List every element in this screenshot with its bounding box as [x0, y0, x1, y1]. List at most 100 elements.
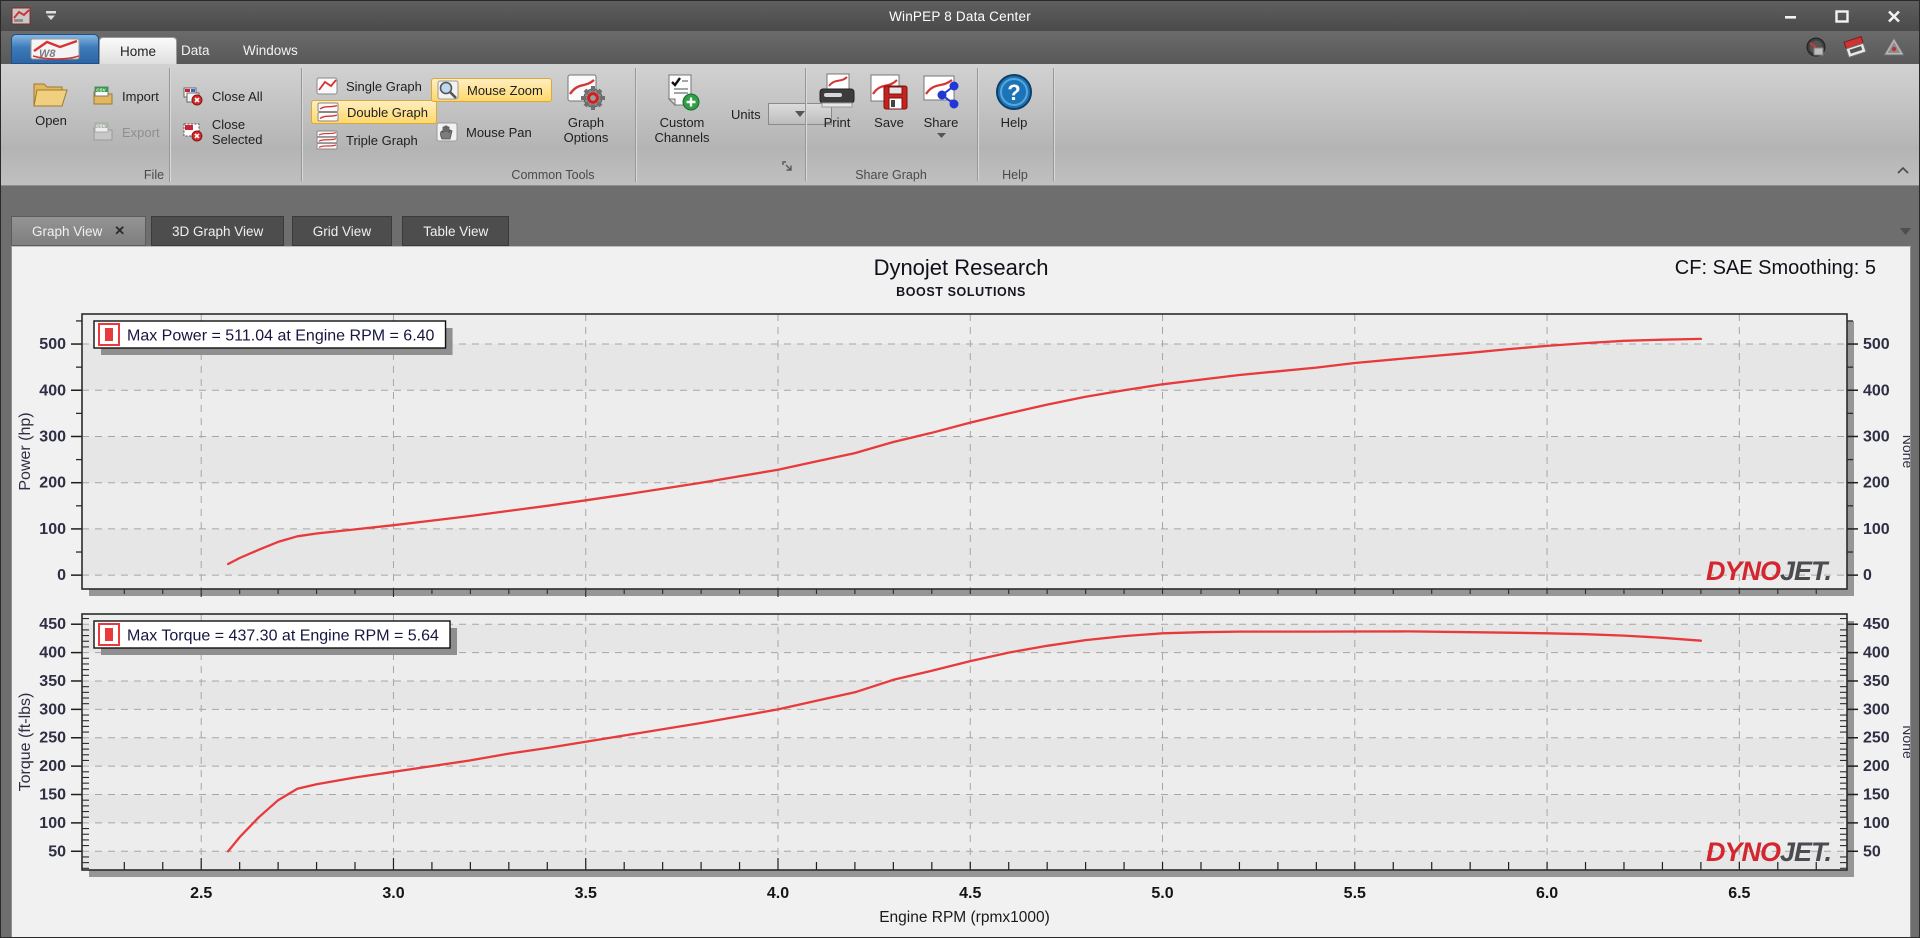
winpep-window: WinPEP 8 Data Center W8 Home Data Windows [0, 0, 1920, 938]
y-tick-label: 200 [39, 758, 66, 775]
close-all-icon [183, 87, 203, 106]
tab-list-dropdown-icon[interactable] [1900, 228, 1911, 235]
y-axis-title-right: None [1900, 725, 1910, 759]
maximize-button[interactable] [1831, 7, 1853, 25]
help-label: Help [1000, 115, 1028, 130]
export-button[interactable]: CSV Export [91, 120, 160, 144]
doc-tab-grid-view[interactable]: Grid View [291, 216, 393, 246]
x-tick-label: 5.5 [1344, 885, 1366, 902]
y-axis-title-right: None [1900, 435, 1910, 469]
ribbon: Open CSV Import CSV Export Close All Clo… [1, 64, 1919, 186]
y-tick-label-right: 450 [1863, 616, 1890, 633]
x-tick-label: 4.5 [959, 885, 981, 902]
share-button[interactable]: Share [917, 72, 965, 138]
y-tick-label-right: 350 [1863, 673, 1890, 690]
close-all-label: Close All [212, 88, 263, 104]
custom-channels-button[interactable]: Custom Channels [645, 72, 719, 145]
close-all-button[interactable]: Close All [181, 84, 263, 108]
common-tools-group-label: Common Tools [511, 168, 595, 182]
mouse-pan-button[interactable]: Mouse Pan [435, 120, 532, 144]
legend-text: Max Torque = 437.30 at Engine RPM = 5.64 [127, 628, 439, 645]
ribbon-group-file: Open CSV Import CSV Export Close All Clo… [9, 64, 299, 186]
x-tick-label: 6.5 [1728, 885, 1750, 902]
x-tick-label: 6.0 [1536, 885, 1558, 902]
share-graph-group-label: Share Graph [855, 168, 927, 182]
y-tick-label: 300 [39, 701, 66, 718]
close-button[interactable] [1883, 7, 1905, 25]
y-tick-label-right: 500 [1863, 336, 1890, 353]
doc-tab-label: Graph View [32, 223, 103, 239]
graph-view-close-icon[interactable]: ✕ [114, 223, 125, 239]
chart-torque-vs-rpm: 50 50 100 100 150 150 200 200 250 250 300 300 350 350… [17, 613, 1910, 926]
save-label: Save [874, 115, 904, 130]
y-axis-title: Torque (ft-lbs) [17, 693, 34, 792]
y-tick-label-right: 400 [1863, 382, 1890, 399]
caution-icon[interactable] [1883, 36, 1905, 58]
y-tick-label: 450 [39, 616, 66, 633]
single-graph-icon [316, 77, 338, 95]
ribbon-tab-label: Home [120, 43, 157, 59]
y-tick-label: 100 [39, 521, 66, 538]
dynojet-logo: DYNOJET. [1706, 556, 1831, 586]
share-label: Share [923, 115, 959, 130]
minimize-button[interactable] [1779, 7, 1801, 25]
close-selected-button[interactable]: Close Selected [181, 117, 299, 147]
y-tick-label-right: 100 [1863, 815, 1890, 832]
print-label: Print [823, 115, 851, 130]
import-label: Import [122, 88, 159, 104]
x-tick-label: 3.5 [575, 885, 597, 902]
help-group-label: Help [1002, 168, 1028, 182]
import-button[interactable]: CSV Import [91, 84, 159, 108]
close-selected-icon [183, 123, 203, 142]
triple-graph-button[interactable]: Triple Graph [315, 128, 418, 152]
x-tick-label: 3.0 [382, 885, 404, 902]
ribbon-tab-data[interactable]: Data [161, 37, 230, 64]
triple-graph-icon [316, 130, 338, 150]
help-button[interactable]: ? Help [991, 72, 1037, 130]
graph-options-button[interactable]: Graph Options [551, 72, 621, 145]
y-tick-label: 150 [39, 787, 66, 804]
mouse-zoom-button[interactable]: Mouse Zoom [431, 78, 552, 102]
export-label: Export [122, 124, 160, 140]
close-selected-label: Close Selected [211, 117, 263, 147]
winpep-logo-icon: W8 [30, 38, 80, 60]
svg-text:CSV: CSV [96, 87, 106, 92]
y-tick-label: 300 [39, 428, 66, 445]
ribbon-tab-strip: W8 Home Data Windows [1, 31, 1919, 64]
svg-text:CSV: CSV [96, 123, 106, 128]
y-tick-label: 400 [39, 645, 66, 662]
y-tick-label-right: 200 [1863, 475, 1890, 492]
doc-tab-3d-graph-view[interactable]: 3D Graph View [151, 216, 285, 246]
help-icon: ? [996, 74, 1032, 110]
doc-tab-label: Grid View [312, 223, 372, 239]
save-icon [870, 74, 908, 110]
double-graph-button[interactable]: Double Graph [311, 100, 437, 124]
save-button[interactable]: Save [865, 72, 913, 130]
svg-text:?: ? [1007, 80, 1020, 105]
dynojet-logo: DYNOJET. [1706, 837, 1831, 867]
charts-canvas: 0 0 100 100 200 200 300 300 400 400 500 500 DYNOJET.… [17, 313, 1910, 926]
winpep-device-icon[interactable] [1843, 36, 1867, 58]
print-button[interactable]: Print [813, 72, 861, 130]
share-dropdown-icon[interactable] [936, 133, 946, 138]
application-button[interactable]: W8 [11, 34, 99, 64]
graph-options-icon [567, 74, 605, 110]
single-graph-label: Single Graph [346, 78, 422, 94]
y-tick-label-right: 400 [1863, 645, 1890, 662]
mouse-zoom-label: Mouse Zoom [467, 82, 543, 98]
ribbon-group-help: ? Help Help [979, 64, 1051, 186]
mouse-zoom-icon [437, 80, 459, 100]
open-button[interactable]: Open [23, 76, 79, 128]
ribbon-tab-windows[interactable]: Windows [223, 37, 318, 64]
custom-channels-icon [667, 74, 700, 111]
gauge-icon[interactable] [1805, 36, 1827, 58]
ribbon-collapse-button[interactable] [1897, 163, 1909, 177]
y-tick-label: 50 [48, 843, 66, 860]
single-graph-button[interactable]: Single Graph [315, 74, 422, 98]
x-tick-label: 2.5 [190, 885, 212, 902]
doc-tab-label: Table View [423, 223, 489, 239]
y-tick-label-right: 200 [1863, 758, 1890, 775]
doc-tab-graph-view[interactable]: Graph View ✕ [11, 216, 147, 246]
doc-tab-table-view[interactable]: Table View [402, 216, 510, 246]
open-label: Open [35, 113, 67, 128]
